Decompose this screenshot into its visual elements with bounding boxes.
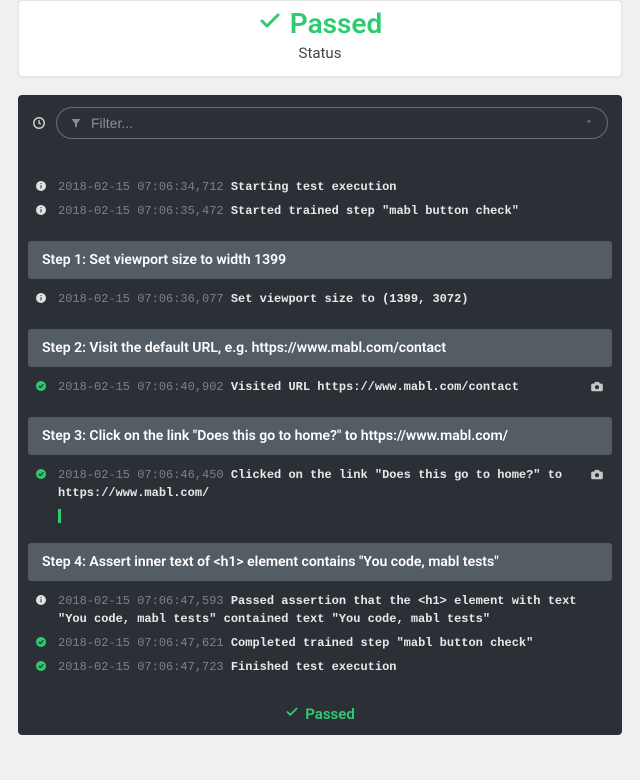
success-icon bbox=[34, 658, 48, 672]
log-message: Finished test execution bbox=[224, 660, 397, 674]
step-header[interactable]: Step 2: Visit the default URL, e.g. http… bbox=[28, 329, 612, 367]
log-text: 2018-02-15 07:06:35,472 Started trained … bbox=[58, 202, 606, 220]
log-text: 2018-02-15 07:06:47,593 Passed assertion… bbox=[58, 592, 606, 628]
log-message: Starting test execution bbox=[224, 180, 397, 194]
log-line: 2018-02-15 07:06:47,593 Passed assertion… bbox=[28, 589, 612, 631]
clock-icon[interactable] bbox=[32, 116, 46, 130]
log-message: Started trained step "mabl button check" bbox=[224, 204, 519, 218]
info-icon bbox=[34, 178, 48, 192]
step-block: Step 2: Visit the default URL, e.g. http… bbox=[28, 329, 612, 399]
step-block: Step 3: Click on the link "Does this go … bbox=[28, 417, 612, 525]
success-icon bbox=[34, 466, 48, 480]
log-text: 2018-02-15 07:06:36,077 Set viewport siz… bbox=[58, 290, 606, 308]
log-line: 2018-02-15 07:06:40,902 Visited URL http… bbox=[28, 375, 612, 399]
log-timestamp: 2018-02-15 07:06:47,621 bbox=[58, 636, 224, 650]
log-timestamp: 2018-02-15 07:06:47,593 bbox=[58, 594, 224, 608]
log-timestamp: 2018-02-15 07:06:40,902 bbox=[58, 380, 224, 394]
log-line: 2018-02-15 07:06:34,712 Starting test ex… bbox=[28, 175, 612, 199]
info-icon bbox=[34, 202, 48, 216]
log-line: 2018-02-15 07:06:46,450 Clicked on the l… bbox=[28, 463, 612, 505]
filter-icon bbox=[70, 117, 82, 129]
step-header[interactable]: Step 4: Assert inner text of <h1> elemen… bbox=[28, 543, 612, 581]
filter-row bbox=[18, 95, 622, 149]
step-block: Step 1: Set viewport size to width 1399 2… bbox=[28, 241, 612, 311]
log-line: 2018-02-15 07:06:35,472 Started trained … bbox=[28, 199, 612, 223]
camera-icon[interactable] bbox=[588, 466, 606, 480]
check-icon bbox=[285, 705, 299, 723]
log-text: 2018-02-15 07:06:47,723 Finished test ex… bbox=[58, 658, 606, 676]
info-icon bbox=[34, 592, 48, 606]
log-message: Completed trained step "mabl button chec… bbox=[224, 636, 534, 650]
footer-status: Passed bbox=[18, 695, 622, 735]
status-sublabel: Status bbox=[29, 44, 611, 62]
status-card: Passed Status bbox=[18, 0, 622, 77]
status-label: Passed bbox=[290, 7, 382, 40]
log-timestamp: 2018-02-15 07:06:47,723 bbox=[58, 660, 224, 674]
camera-icon[interactable] bbox=[588, 378, 606, 392]
info-icon bbox=[34, 290, 48, 304]
status-passed: Passed bbox=[258, 7, 382, 40]
footer-status-label: Passed bbox=[305, 705, 355, 723]
log-text: 2018-02-15 07:06:34,712 Starting test ex… bbox=[58, 178, 606, 196]
log-line: 2018-02-15 07:06:36,077 Set viewport siz… bbox=[28, 287, 612, 311]
success-icon bbox=[34, 634, 48, 648]
step-block: Step 4: Assert inner text of <h1> elemen… bbox=[28, 543, 612, 679]
filter-input[interactable] bbox=[56, 107, 608, 139]
log-substep-indicator bbox=[28, 505, 612, 525]
log-timestamp: 2018-02-15 07:06:36,077 bbox=[58, 292, 224, 306]
log-text: 2018-02-15 07:06:40,902 Visited URL http… bbox=[58, 378, 578, 396]
step-header[interactable]: Step 1: Set viewport size to width 1399 bbox=[28, 241, 612, 279]
log-message: Set viewport size to (1399, 3072) bbox=[224, 292, 469, 306]
filter-input-wrap bbox=[56, 107, 608, 139]
substep-bar-icon bbox=[58, 509, 61, 523]
log-line: 2018-02-15 07:06:47,723 Finished test ex… bbox=[28, 655, 612, 679]
log-timestamp: 2018-02-15 07:06:46,450 bbox=[58, 468, 224, 482]
check-icon bbox=[258, 7, 282, 40]
log-body: 2018-02-15 07:06:34,712 Starting test ex… bbox=[18, 149, 622, 695]
chevron-down-icon[interactable] bbox=[584, 116, 594, 131]
log-line: 2018-02-15 07:06:47,621 Completed traine… bbox=[28, 631, 612, 655]
log-timestamp: 2018-02-15 07:06:34,712 bbox=[58, 180, 224, 194]
log-text: 2018-02-15 07:06:46,450 Clicked on the l… bbox=[58, 466, 578, 502]
log-text: 2018-02-15 07:06:47,621 Completed traine… bbox=[58, 634, 606, 652]
step-header[interactable]: Step 3: Click on the link "Does this go … bbox=[28, 417, 612, 455]
success-icon bbox=[34, 378, 48, 392]
log-timestamp: 2018-02-15 07:06:35,472 bbox=[58, 204, 224, 218]
log-panel: 2018-02-15 07:06:34,712 Starting test ex… bbox=[18, 95, 622, 735]
log-message: Visited URL https://www.mabl.com/contact bbox=[224, 380, 519, 394]
